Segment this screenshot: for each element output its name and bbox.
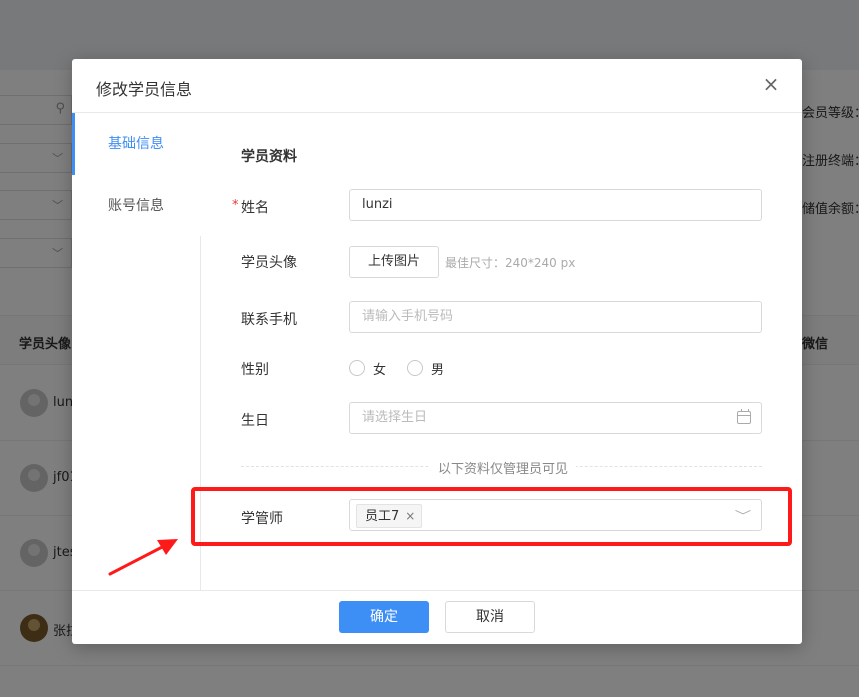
- birthday-label: 生日: [241, 413, 269, 429]
- tab-account-info[interactable]: 账号信息: [72, 175, 201, 236]
- annotation-arrow-icon: [108, 539, 178, 576]
- admin-only-divider-text: 以下资料仅管理员可见: [430, 458, 577, 477]
- section-title: 学员资料: [241, 149, 297, 165]
- birthday-placeholder: 请选择生日: [362, 410, 428, 425]
- gender-option-female: 女: [373, 363, 387, 378]
- annotation-highlight-box: [191, 487, 792, 546]
- avatar-label: 学员头像: [241, 255, 297, 271]
- phone-label: 联系手机: [241, 312, 297, 328]
- gender-label: 性别: [241, 362, 269, 378]
- dialog-footer: 确定 取消: [72, 590, 802, 644]
- phone-placeholder: 请输入手机号码: [362, 309, 454, 324]
- gender-radio-female[interactable]: [349, 360, 365, 376]
- tab-basic-info[interactable]: 基础信息: [72, 113, 201, 175]
- gender-radio-male[interactable]: [407, 360, 423, 376]
- birthday-picker[interactable]: 请选择生日: [349, 402, 762, 434]
- upload-size-hint: 最佳尺寸：240*240 px: [445, 256, 576, 270]
- calendar-icon: [737, 409, 751, 424]
- dialog-header: 修改学员信息 ×: [72, 59, 802, 113]
- required-mark: *: [232, 198, 239, 213]
- cancel-button[interactable]: 取消: [445, 601, 535, 633]
- name-label: 姓名: [241, 200, 269, 216]
- gender-option-male: 男: [431, 363, 445, 378]
- upload-image-button[interactable]: 上传图片: [349, 246, 439, 278]
- close-icon[interactable]: ×: [760, 73, 782, 95]
- dialog-side-nav: 基础信息 账号信息: [72, 113, 201, 590]
- confirm-button[interactable]: 确定: [339, 601, 429, 633]
- dialog-title: 修改学员信息: [96, 80, 193, 99]
- name-input[interactable]: lunzi: [349, 189, 762, 221]
- phone-input[interactable]: 请输入手机号码: [349, 301, 762, 333]
